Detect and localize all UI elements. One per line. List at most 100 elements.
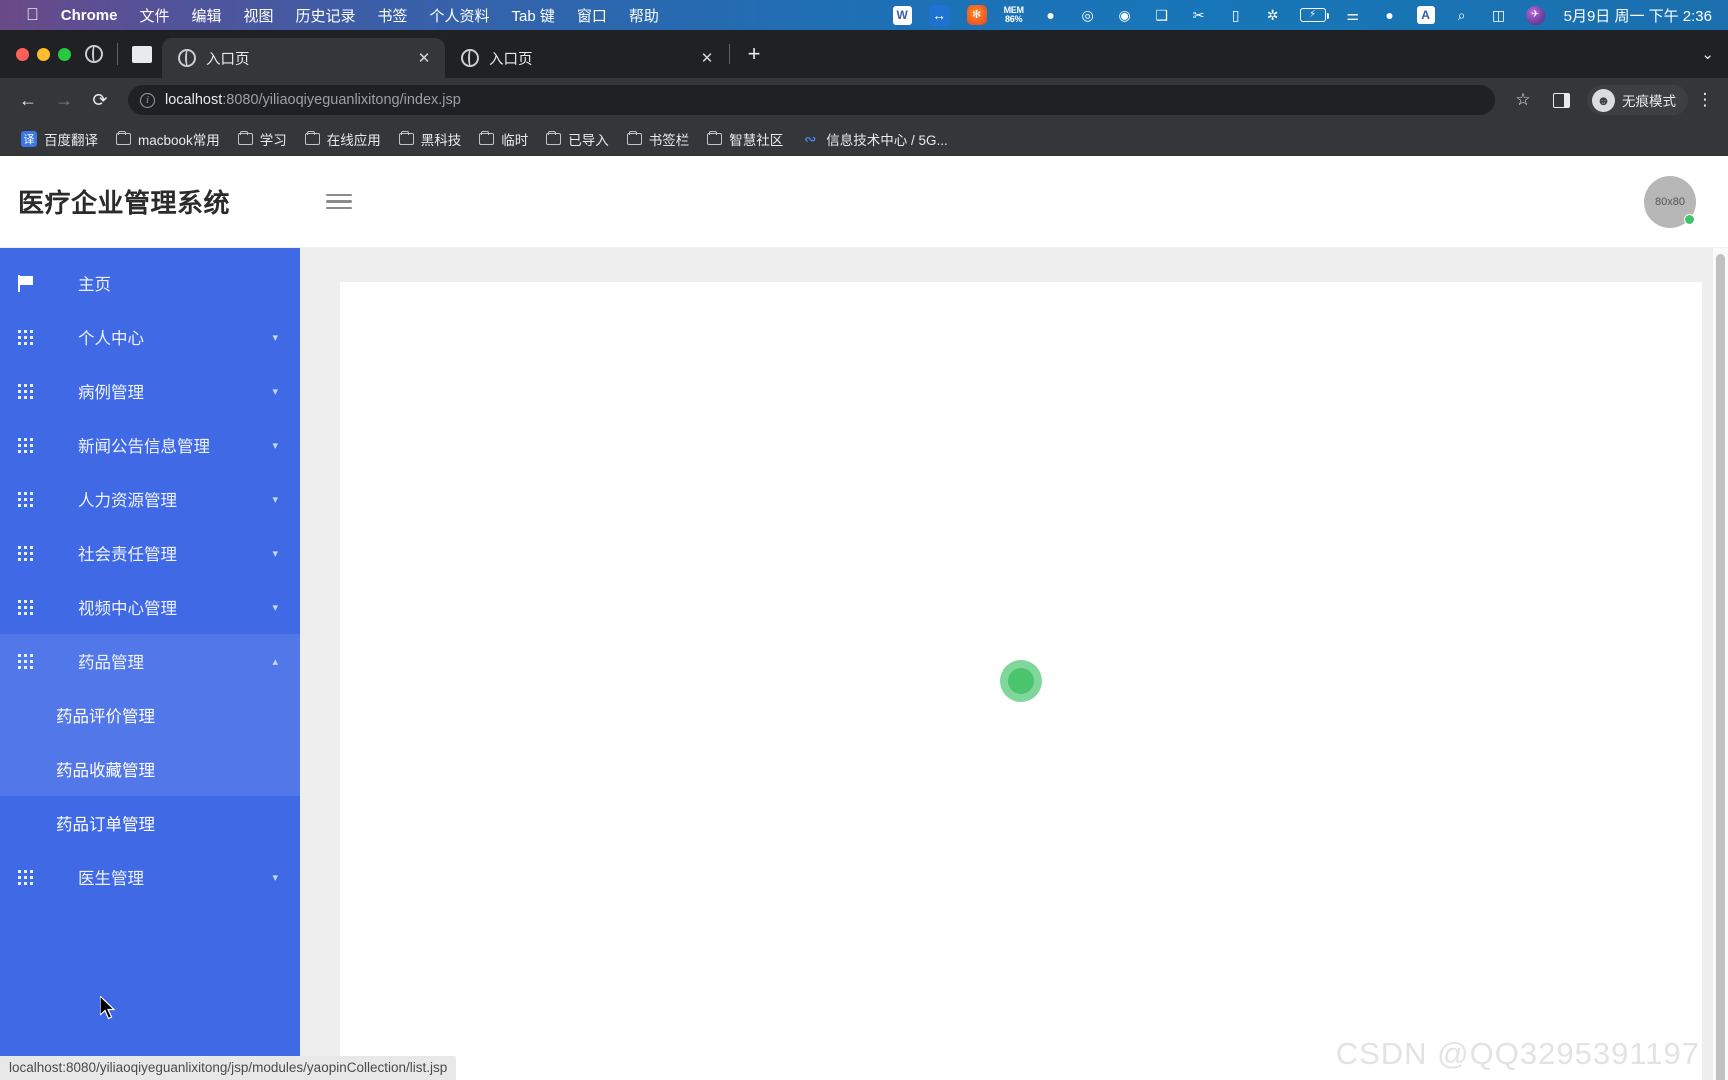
back-button[interactable]: ← <box>12 84 44 116</box>
globe-icon[interactable] <box>85 45 103 63</box>
sidebar-item-news-management[interactable]: 新闻公告信息管理 ▾ <box>0 418 300 472</box>
memory-monitor-icon[interactable]: MEM 86% <box>1004 5 1024 25</box>
maximize-window-button[interactable] <box>58 47 71 61</box>
bookmark-folder-bookmarks-bar[interactable]: 书签栏 <box>618 125 699 153</box>
menu-bar-clock[interactable]: 5月9日 周一 下午 2:36 <box>1562 5 1712 26</box>
page-body: 主页 个人中心 ▾ 病例管理 ▾ 新闻公告信息管理 ▾ 人力资源管理 ▾ 社会责… <box>0 248 1728 1080</box>
chevron-up-icon[interactable]: ▴ <box>272 655 278 668</box>
tab-close-button[interactable]: ✕ <box>413 47 435 69</box>
bookmark-star-icon[interactable]: ☆ <box>1507 84 1539 116</box>
scrollbar-thumb[interactable] <box>1716 254 1725 1080</box>
display-icon[interactable]: ▯ <box>1226 5 1246 25</box>
app-orange-icon[interactable]: ✻ <box>966 5 987 25</box>
page-viewport: 医疗企业管理系统 80x80 主页 个人中心 ▾ 病例管理 ▾ 新闻公告信息管理… <box>0 156 1728 1080</box>
chevron-down-icon[interactable]: ▾ <box>272 385 278 398</box>
new-tab-button[interactable]: + <box>737 37 771 71</box>
apple-logo-icon[interactable]:  <box>26 6 39 23</box>
tab-group-icon[interactable] <box>132 45 152 63</box>
browser-tab-2[interactable]: 入口页 ✕ <box>445 38 728 78</box>
bookmark-folder-online-apps[interactable]: 在线应用 <box>296 125 390 153</box>
sidebar-item-hr-management[interactable]: 人力资源管理 ▾ <box>0 472 300 526</box>
folder-icon <box>116 131 131 145</box>
window-switch-icon[interactable]: ❑ <box>1152 5 1172 25</box>
close-window-button[interactable] <box>16 47 29 61</box>
page-scrollbar[interactable] <box>1713 248 1728 1080</box>
tab-title: 入口页 <box>206 51 250 68</box>
sidebar-item-label: 社会责任管理 <box>78 546 177 564</box>
wifi-icon[interactable]: ⚌ <box>1343 5 1363 25</box>
menu-item-edit[interactable]: 编辑 <box>191 5 221 26</box>
macos-menu-left:  Chrome 文件 编辑 视图 历史记录 书签 个人资料 Tab 键 窗口 … <box>12 5 659 26</box>
bookmark-folder-study[interactable]: 学习 <box>229 125 296 153</box>
sidebar-item-personal-center[interactable]: 个人中心 ▾ <box>0 310 300 364</box>
tab-search-chevron-down-icon[interactable]: ⌄ <box>1701 45 1714 63</box>
sidebar-subitem-drug-order[interactable]: 药品订单管理 <box>0 796 300 850</box>
browser-tab-1[interactable]: 入口页 ✕ <box>162 38 445 78</box>
input-method-icon[interactable]: A <box>1416 6 1435 24</box>
sidebar-item-case-management[interactable]: 病例管理 ▾ <box>0 364 300 418</box>
side-panel-icon[interactable] <box>1545 84 1577 116</box>
chevron-down-icon[interactable]: ▾ <box>272 601 278 614</box>
dnd-icon[interactable]: ◎ <box>1078 5 1098 25</box>
bookmark-folder-macbook[interactable]: macbook常用 <box>107 125 229 153</box>
sidebar-item-social-responsibility[interactable]: 社会责任管理 ▾ <box>0 526 300 580</box>
address-bar[interactable]: i localhost:8080/yiliaoqiyeguanlixitong/… <box>128 85 1495 115</box>
bookmark-folder-imported[interactable]: 已导入 <box>537 125 618 153</box>
sidebar-subitem-drug-review[interactable]: 药品评价管理 <box>0 688 300 742</box>
loading-spinner-icon <box>1000 660 1042 702</box>
siri-icon[interactable]: ✈ <box>1525 5 1545 25</box>
teamviewer-icon[interactable]: ↔ <box>928 4 950 26</box>
chevron-down-icon[interactable]: ▾ <box>272 547 278 560</box>
sidebar-item-video-center[interactable]: 视频中心管理 ▾ <box>0 580 300 634</box>
grid-icon <box>18 437 40 453</box>
user-account-icon[interactable]: ● <box>1380 5 1400 25</box>
minimize-window-button[interactable] <box>37 47 50 61</box>
screen-record-icon[interactable]: ◉ <box>1115 5 1135 25</box>
sidebar-item-label: 病例管理 <box>78 384 144 402</box>
spotlight-search-icon[interactable]: ⌕ <box>1452 5 1472 25</box>
reload-button[interactable]: ⟳ <box>84 84 116 116</box>
sidebar-subitem-drug-collection[interactable]: 药品收藏管理 <box>0 742 300 796</box>
menu-item-bookmarks[interactable]: 书签 <box>378 5 408 26</box>
hamburger-icon[interactable] <box>326 193 353 210</box>
battery-icon[interactable]: ⚡ <box>1299 8 1329 22</box>
bookmark-label: 书签栏 <box>648 133 690 148</box>
sidebar-item-home[interactable]: 主页 <box>0 256 300 310</box>
bookmark-it-center[interactable]: ∾ 信息技术中心 / 5G... <box>792 125 957 153</box>
chrome-menu-icon[interactable]: ⋮ <box>1694 90 1716 110</box>
chevron-down-icon[interactable]: ▾ <box>272 871 278 884</box>
tab-title: 入口页 <box>489 51 533 68</box>
sidebar-item-drug-management[interactable]: 药品管理 ▴ <box>0 634 300 688</box>
sidebar-item-doctor-management[interactable]: 医生管理 ▾ <box>0 850 300 904</box>
menu-item-file[interactable]: 文件 <box>139 5 169 26</box>
chevron-down-icon[interactable]: ▾ <box>272 439 278 452</box>
menu-item-help[interactable]: 帮助 <box>629 5 659 26</box>
bluetooth-icon[interactable]: ✲ <box>1263 5 1283 25</box>
wps-icon[interactable]: W <box>892 5 912 25</box>
menu-app-name[interactable]: Chrome <box>61 7 118 24</box>
site-info-icon[interactable]: i <box>140 92 155 108</box>
menu-item-tab[interactable]: Tab 键 <box>512 5 555 26</box>
bookmark-folder-smart-community[interactable]: 智慧社区 <box>698 125 792 153</box>
qq-icon[interactable]: ● <box>1041 5 1061 25</box>
chevron-down-icon[interactable]: ▾ <box>272 331 278 344</box>
chevron-down-icon[interactable]: ▾ <box>272 493 278 506</box>
menu-item-profile[interactable]: 个人资料 <box>430 5 490 26</box>
tabstrip-leading-icons <box>85 30 162 78</box>
sidebar-item-label: 人力资源管理 <box>78 492 177 510</box>
sidebar-subitem-label: 药品收藏管理 <box>56 762 155 780</box>
bookmark-folder-blackhat-tech[interactable]: 黑科技 <box>390 125 471 153</box>
bookmark-folder-temp[interactable]: 临时 <box>470 125 537 153</box>
bookmark-baidu-translate[interactable]: 译 百度翻译 <box>12 125 107 153</box>
menu-item-view[interactable]: 视图 <box>243 5 273 26</box>
snip-icon[interactable]: ✂ <box>1189 5 1209 25</box>
bookmark-label: 黑科技 <box>420 133 462 148</box>
menu-item-history[interactable]: 历史记录 <box>295 5 355 26</box>
menu-item-window[interactable]: 窗口 <box>577 5 607 26</box>
tab-favicon <box>461 49 479 67</box>
avatar[interactable]: 80x80 <box>1644 175 1696 228</box>
forward-button[interactable]: → <box>48 84 80 116</box>
control-center-icon[interactable]: ◫ <box>1489 5 1509 25</box>
tab-close-button[interactable]: ✕ <box>696 47 718 69</box>
incognito-indicator[interactable]: ☻ 无痕模式 <box>1587 85 1688 115</box>
